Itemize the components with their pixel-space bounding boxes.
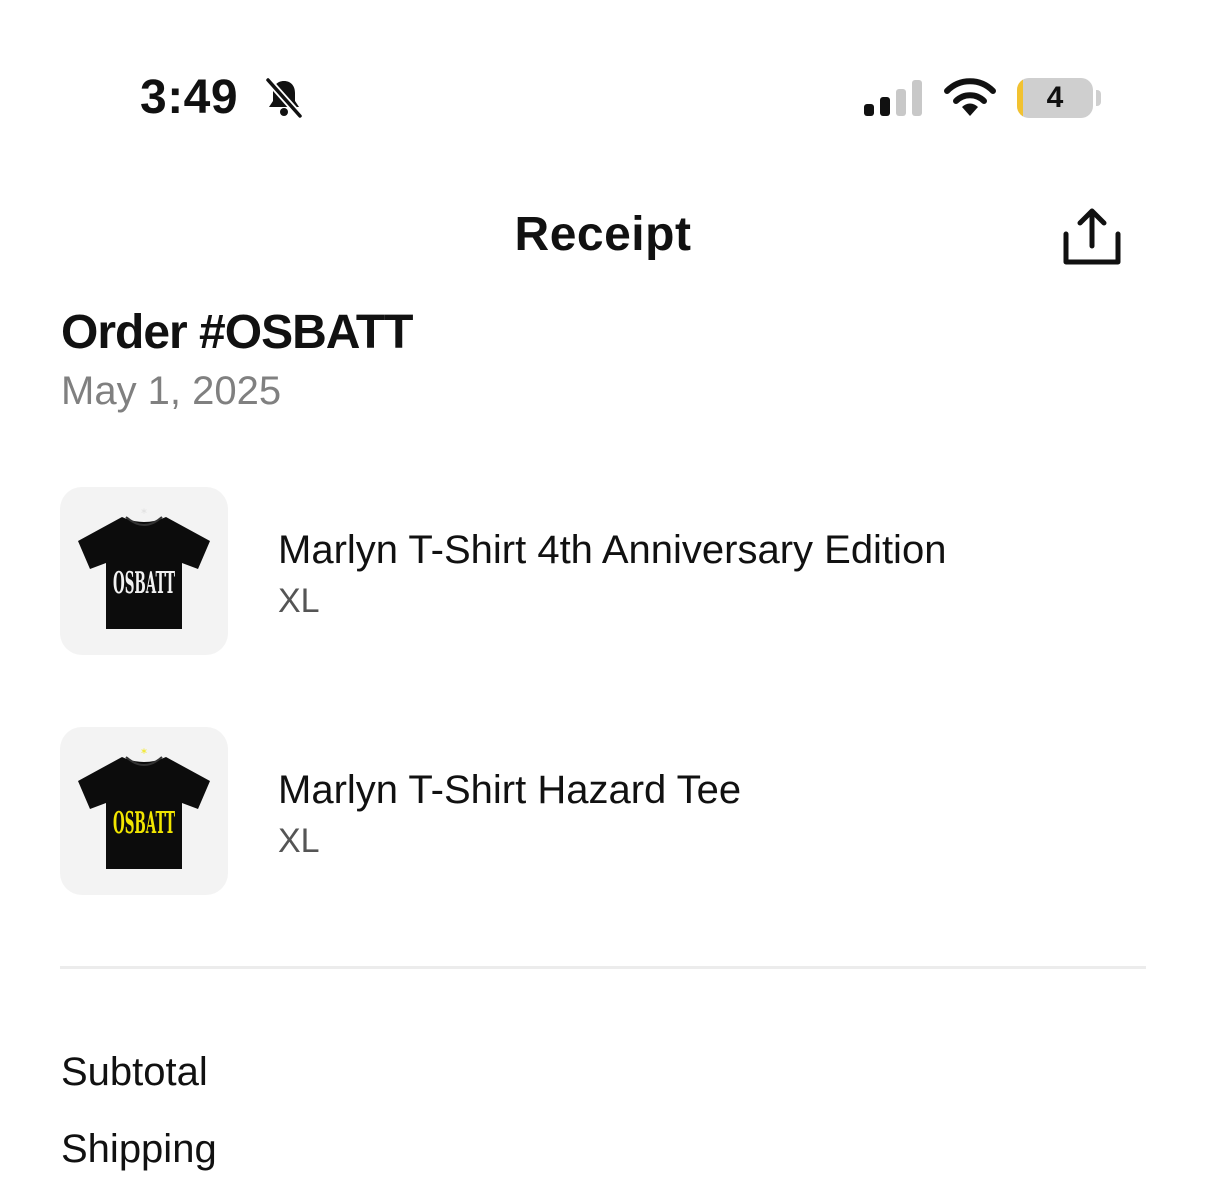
tshirt-image: * OSBATT [78,747,210,869]
shirt-print-text: OSBATT [113,806,175,841]
status-time: 3:49 [140,71,239,124]
bell-slash-icon [265,77,303,119]
list-item[interactable]: * OSBATT Marlyn T-Shirt Hazard Tee XL [60,727,1150,897]
shirt-print-text: OSBATT [113,566,175,601]
share-icon [1063,208,1121,265]
item-size: XL [278,822,320,860]
page-title: Receipt [514,208,692,261]
item-name: Marlyn T-Shirt 4th Anniversary Edition [278,528,947,572]
product-thumbnail: * OSBATT [60,727,228,895]
cellular-signal-icon [864,80,922,116]
svg-text:*: * [141,747,147,760]
share-button[interactable] [1060,206,1124,270]
product-thumbnail: * OSBATT [60,487,228,655]
item-size: XL [278,582,320,620]
battery-level: 4 [1046,81,1064,114]
shipping-label: Shipping [61,1127,217,1171]
list-item[interactable]: * OSBATT Marlyn T-Shirt 4th Anniversary … [60,487,1150,657]
order-title: Order #OSBATT [61,306,413,359]
battery-icon: 4 [1017,78,1093,118]
wifi-icon [944,78,996,116]
divider [60,966,1146,969]
tshirt-image: * OSBATT [78,507,210,629]
battery-cap [1096,90,1101,106]
subtotal-label: Subtotal [61,1050,208,1094]
order-date: May 1, 2025 [61,369,282,413]
item-name: Marlyn T-Shirt Hazard Tee [278,768,742,812]
svg-text:*: * [141,507,147,520]
